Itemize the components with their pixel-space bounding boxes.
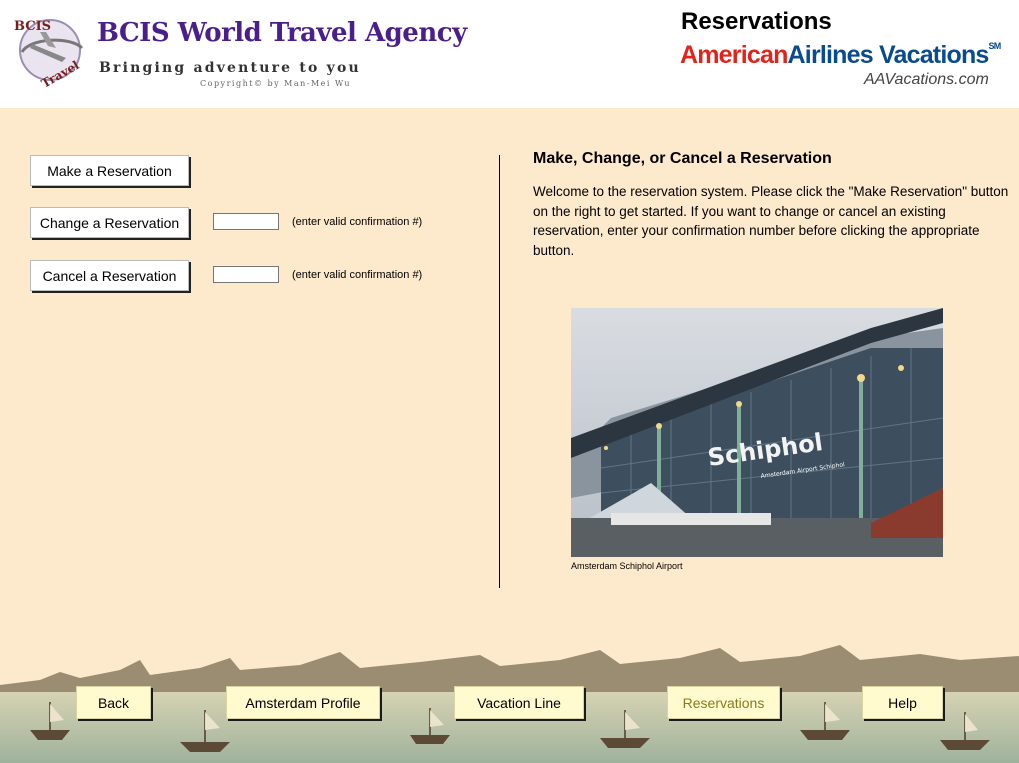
emblem-text-top: BCIS	[14, 19, 51, 34]
change-reservation-button[interactable]: Change a Reservation	[30, 207, 189, 238]
header: BCIS Travel BCIS World Travel Agency Bri…	[0, 0, 1019, 108]
change-confirmation-hint: (enter valid confirmation #)	[292, 216, 423, 228]
change-confirmation-input[interactable]	[213, 213, 279, 230]
section-body: Welcome to the reservation system. Pleas…	[533, 184, 1009, 258]
aa-logo-tm: SM	[988, 41, 1002, 51]
nav-back-button[interactable]: Back	[76, 686, 151, 719]
nav-vacation-line-button[interactable]: Vacation Line	[454, 686, 584, 719]
make-reservation-button[interactable]: Make a Reservation	[30, 155, 189, 186]
aa-url: AAVacations.com	[864, 71, 989, 88]
nav-reservations-button[interactable]: Reservations	[667, 686, 780, 719]
aa-vacations-logo: AmericanAirlines VacationsSM	[680, 41, 1002, 70]
section-title: Make, Change, or Cancel a Reservation	[533, 150, 832, 167]
nav-amsterdam-profile-button[interactable]: Amsterdam Profile	[226, 686, 380, 719]
cancel-reservation-button[interactable]: Cancel a Reservation	[30, 260, 189, 291]
photo-caption: Amsterdam Schiphol Airport	[571, 561, 683, 571]
vertical-divider	[499, 155, 500, 588]
agency-copyright: Copyright© by Man-Mei Wu	[200, 79, 352, 88]
nav-help-button[interactable]: Help	[862, 686, 943, 719]
aa-logo-part2: Airlines Vacations	[787, 41, 990, 69]
agency-name: BCIS World Travel Agency	[97, 18, 467, 48]
aa-logo-part1: American	[680, 41, 788, 69]
agency-tagline: Bringing adventure to you	[99, 60, 361, 76]
page-title: Reservations	[681, 8, 832, 35]
cancel-confirmation-input[interactable]	[213, 266, 279, 283]
schiphol-airport-photo: Schiphol Amsterdam Airport Schiphol	[571, 308, 943, 557]
cancel-confirmation-hint: (enter valid confirmation #)	[292, 269, 423, 281]
agency-logo-emblem: BCIS Travel	[14, 19, 84, 88]
